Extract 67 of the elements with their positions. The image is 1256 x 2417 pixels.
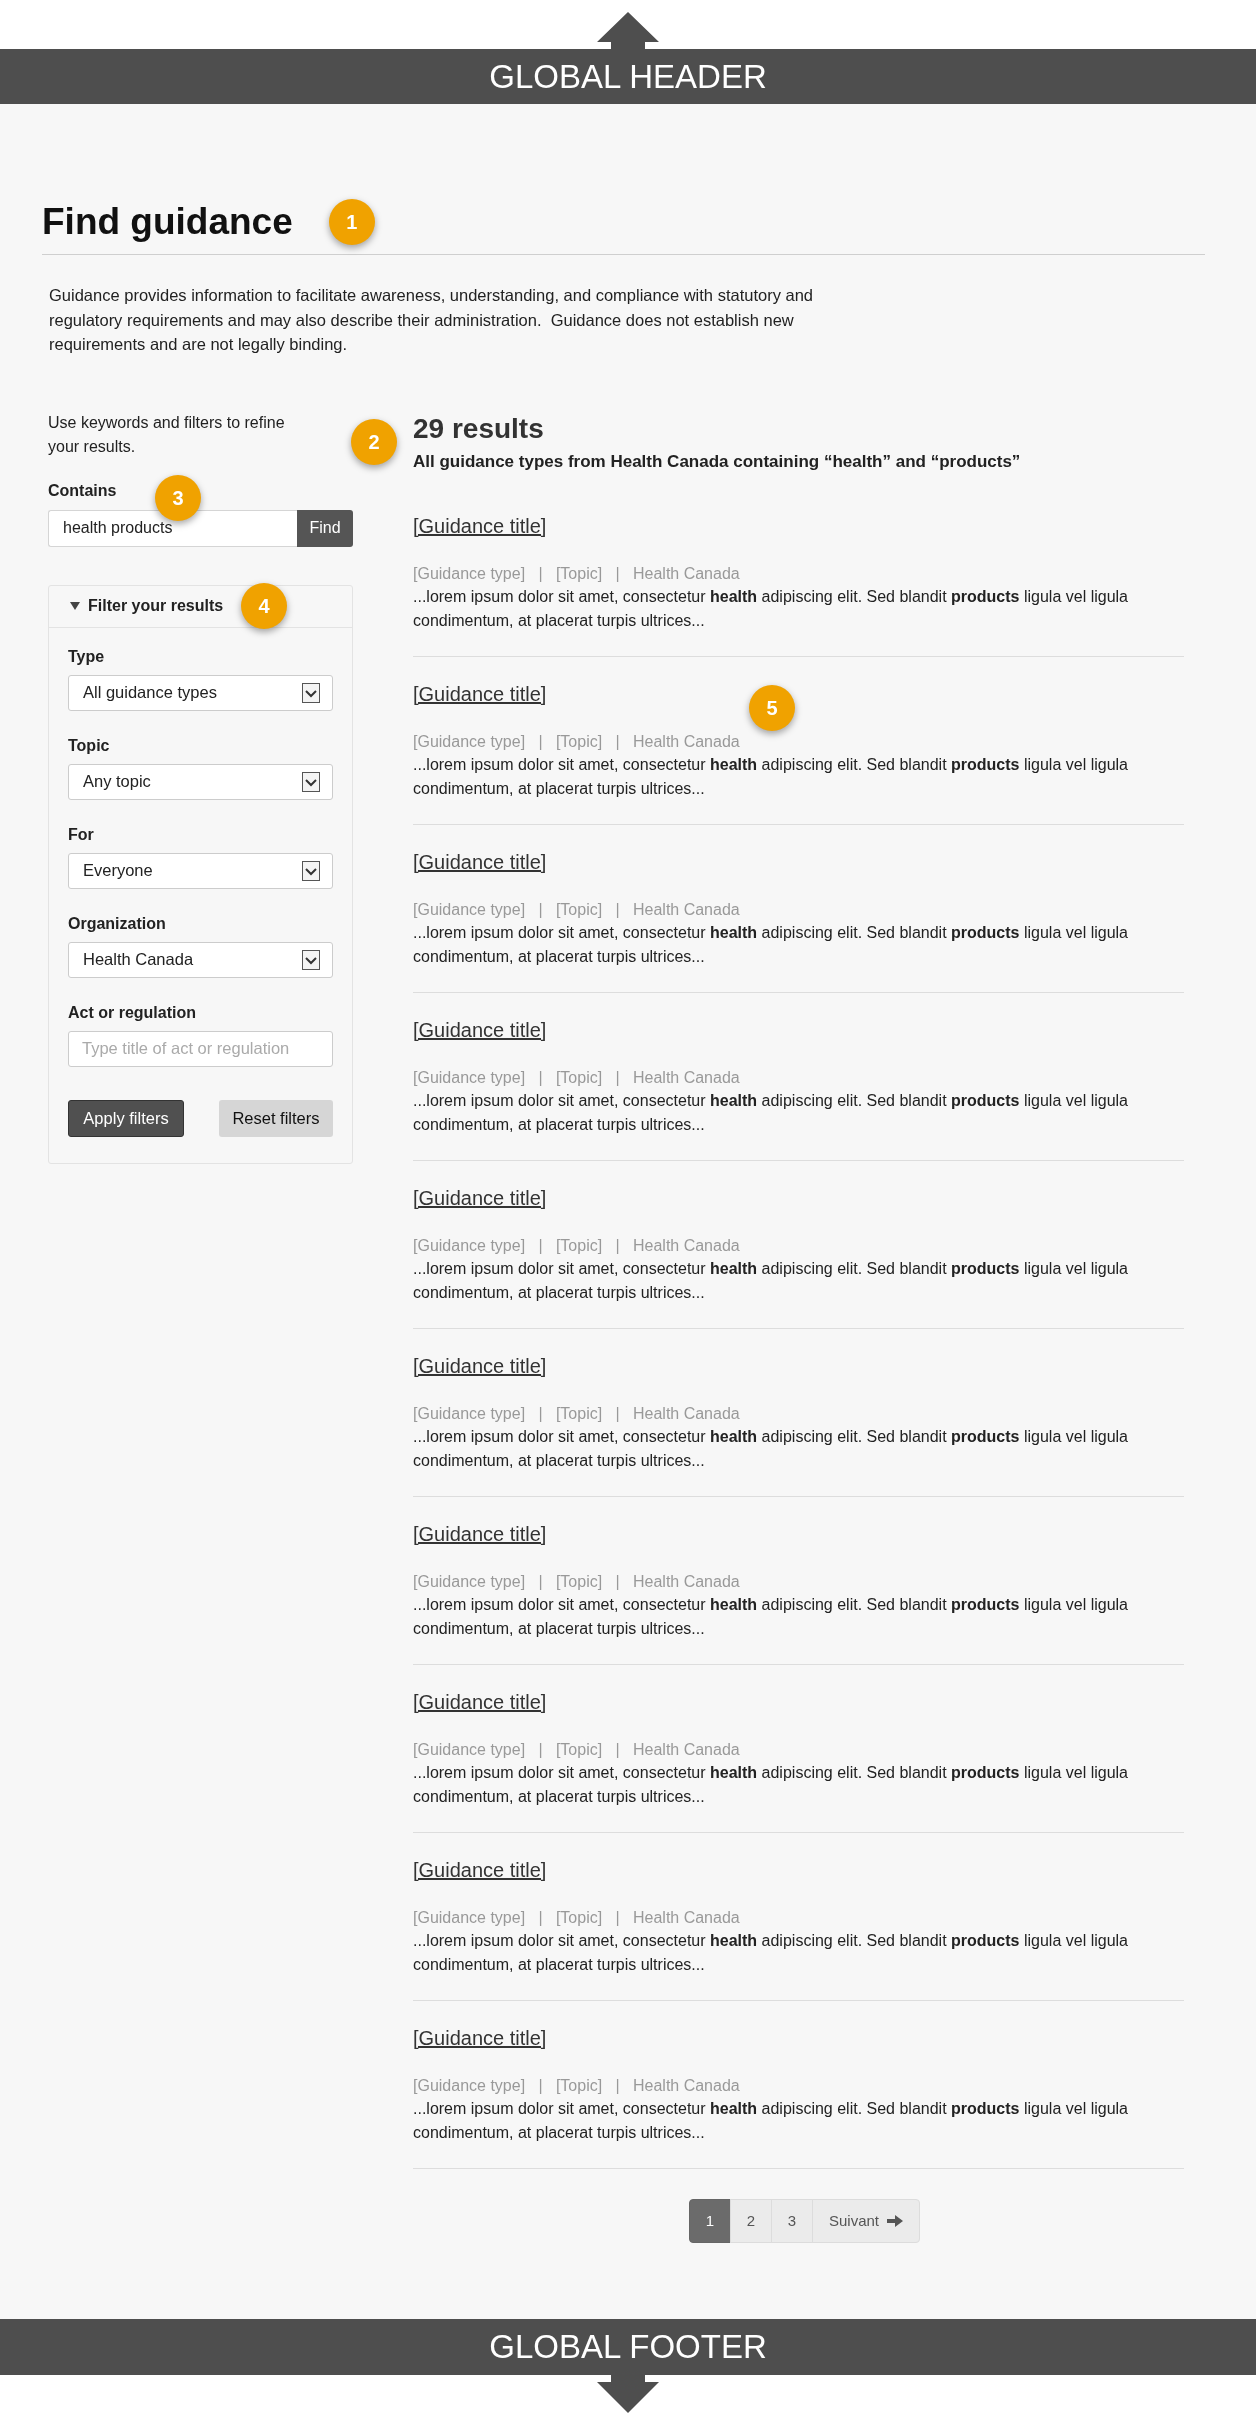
chevron-down-icon — [302, 682, 320, 703]
result-count: 29 results — [413, 411, 544, 446]
apply-button[interactable]: Apply filters — [68, 1099, 184, 1137]
select-field[interactable]: Any topic — [68, 763, 333, 800]
chevron-down-icon — [302, 771, 320, 792]
result-title-link[interactable]: [Guidance title] — [413, 2026, 547, 2049]
result-title-link[interactable]: [Guidance title] — [413, 1354, 547, 1377]
result-meta: [Guidance type] | [Topic] | Health Canada — [413, 1403, 740, 1424]
search-field[interactable]: health products — [48, 509, 297, 547]
page-button[interactable]: 2 — [729, 2198, 772, 2243]
result-title-link[interactable]: [Guidance title] — [413, 850, 547, 873]
result-title-link[interactable]: [Guidance title] — [413, 1690, 547, 1713]
result-title-link[interactable]: [Guidance title] — [413, 1522, 547, 1545]
header-label: GLOBAL HEADER — [489, 56, 767, 97]
result-meta: [Guidance type] | [Topic] | Health Canada — [413, 563, 740, 584]
reset-button[interactable]: Reset filters — [219, 1099, 333, 1137]
page-button[interactable]: 1 — [688, 2198, 731, 2243]
field-label: Type — [68, 646, 105, 667]
annotation-marker: 4 — [241, 583, 288, 629]
result-meta: [Guidance type] | [Topic] | Health Canada — [413, 1235, 740, 1256]
select-field[interactable]: Everyone — [68, 852, 333, 889]
result-meta: [Guidance type] | [Topic] | Health Canada — [413, 1739, 740, 1760]
annotation-marker: 3 — [155, 474, 201, 521]
intro-paragraph: Guidance provides information to facilitate awareness, understanding, and compliance with statutory and regulatory requirements and may also describe their administration. Guidance does not establish new requirements and are not legally binding. — [49, 285, 815, 355]
result-title-link[interactable]: [Guidance title] — [413, 514, 547, 537]
result-snippet: ...lorem ipsum dolor sit amet, consectetur health adipiscing elit. Sed blandit products ligula vel ligula condimentum, at placerat turpis ultrices... — [413, 922, 1129, 967]
select-field[interactable]: Health Canada — [68, 941, 333, 978]
chevron-down-icon — [302, 860, 320, 881]
annotation-marker: 1 — [328, 199, 375, 245]
result-meta: [Guidance type] | [Topic] | Health Canada — [413, 899, 740, 920]
arrow-right-icon — [887, 2214, 903, 2227]
result-meta: [Guidance type] | [Topic] | Health Canada — [413, 1907, 740, 1928]
field-label: Organization — [68, 913, 166, 934]
result-snippet: ...lorem ipsum dolor sit amet, consectetur health adipiscing elit. Sed blandit products ligula vel ligula condimentum, at placerat turpis ultrices... — [413, 1090, 1129, 1135]
result-snippet: ...lorem ipsum dolor sit amet, consectetur health adipiscing elit. Sed blandit products ligula vel ligula condimentum, at placerat turpis ultrices... — [413, 2098, 1129, 2143]
search-hint: Use keywords and filters to refine your results. — [48, 412, 286, 457]
filter-toggle[interactable]: Filter your results — [70, 597, 224, 615]
annotation-marker: 5 — [749, 684, 795, 731]
result-snippet: ...lorem ipsum dolor sit amet, consectetur health adipiscing elit. Sed blandit products ligula vel ligula condimentum, at placerat turpis ultrices... — [413, 1762, 1129, 1807]
page-button[interactable]: 3 — [770, 2198, 813, 2243]
result-title-link[interactable]: [Guidance title] — [413, 1858, 547, 1881]
page-title: Find guidance — [42, 200, 293, 244]
result-title-link[interactable]: [Guidance title] — [413, 682, 547, 705]
result-title-link[interactable]: [Guidance title] — [413, 1018, 547, 1041]
field-label: Topic — [68, 735, 110, 756]
result-snippet: ...lorem ipsum dolor sit amet, consectetur health adipiscing elit. Sed blandit products ligula vel ligula condimentum, at placerat turpis ultrices... — [413, 1258, 1129, 1303]
footer-label: GLOBAL FOOTER — [489, 2327, 767, 2367]
find-button[interactable]: Find — [297, 509, 353, 547]
select-field[interactable]: All guidance types — [68, 674, 333, 711]
result-snippet: ...lorem ipsum dolor sit amet, consectetur health adipiscing elit. Sed blandit products ligula vel ligula condimentum, at placerat turpis ultrices... — [413, 1426, 1129, 1471]
result-snippet: ...lorem ipsum dolor sit amet, consectetur health adipiscing elit. Sed blandit products ligula vel ligula condimentum, at placerat turpis ultrices... — [413, 1594, 1129, 1639]
result-title-link[interactable]: [Guidance title] — [413, 1186, 547, 1209]
next-page-button[interactable]: Suivant — [811, 2198, 920, 2243]
search-label: Contains — [48, 480, 117, 501]
result-summary: All guidance types from Health Canada containing “health” and “products” — [413, 451, 1021, 472]
chevron-down-icon — [302, 949, 320, 970]
result-snippet: ...lorem ipsum dolor sit amet, consectetur health adipiscing elit. Sed blandit products ligula vel ligula condimentum, at placerat turpis ultrices... — [413, 754, 1129, 799]
annotation-marker: 2 — [351, 418, 397, 465]
result-meta: [Guidance type] | [Topic] | Health Canada — [413, 1571, 740, 1592]
result-snippet: ...lorem ipsum dolor sit amet, consectetur health adipiscing elit. Sed blandit products ligula vel ligula condimentum, at placerat turpis ultrices... — [413, 586, 1129, 631]
result-meta: [Guidance type] | [Topic] | Health Canada — [413, 2075, 740, 2096]
result-meta: [Guidance type] | [Topic] | Health Canada — [413, 731, 740, 752]
result-snippet: ...lorem ipsum dolor sit amet, consectetur health adipiscing elit. Sed blandit products ligula vel ligula condimentum, at placerat turpis ultrices... — [413, 1930, 1129, 1975]
field-label: For — [68, 824, 94, 845]
text-field[interactable]: Type title of act or regulation — [68, 1030, 333, 1067]
result-meta: [Guidance type] | [Topic] | Health Canada — [413, 1067, 740, 1088]
field-label: Act or regulation — [68, 1002, 196, 1023]
